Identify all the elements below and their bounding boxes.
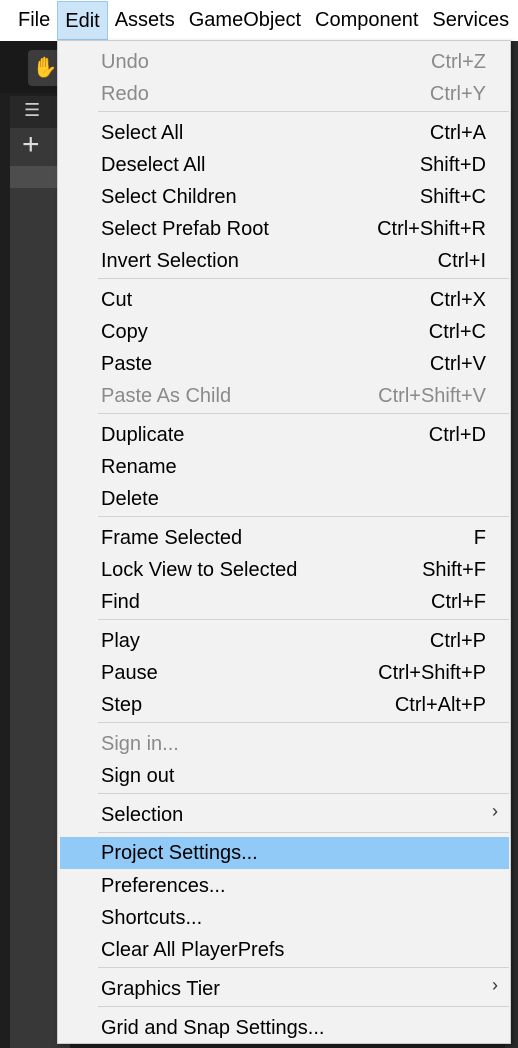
- menu-item-redo[interactable]: Redo Ctrl+Y: [58, 78, 510, 110]
- hierarchy-list-icon: ☰: [24, 100, 41, 120]
- menu-item-delete[interactable]: Delete: [58, 483, 510, 515]
- menu-item-copy[interactable]: Copy Ctrl+C: [58, 316, 510, 348]
- menu-item-grid-snap-settings[interactable]: Grid and Snap Settings...: [58, 1012, 510, 1044]
- menu-item-lock-view[interactable]: Lock View to Selected Shift+F: [58, 554, 510, 586]
- menu-item-paste-as-child[interactable]: Paste As Child Ctrl+Shift+V: [58, 380, 510, 412]
- menu-item-rename[interactable]: Rename: [58, 451, 510, 483]
- menu-separator: [98, 278, 509, 279]
- menu-services[interactable]: Services: [425, 1, 516, 40]
- menu-item-step[interactable]: Step Ctrl+Alt+P: [58, 689, 510, 721]
- add-icon[interactable]: +: [22, 128, 40, 162]
- menu-separator: [98, 793, 509, 794]
- menu-gameobject[interactable]: GameObject: [182, 1, 308, 40]
- menu-item-deselect-all[interactable]: Deselect All Shift+D: [58, 149, 510, 181]
- menu-item-sign-in[interactable]: Sign in...: [58, 728, 510, 760]
- menu-file[interactable]: File: [0, 1, 57, 40]
- menu-separator: [98, 722, 509, 723]
- menu-component[interactable]: Component: [308, 1, 425, 40]
- menu-bar: File Edit Assets GameObject Component Se…: [0, 0, 518, 41]
- menu-separator: [98, 619, 509, 620]
- menu-edit[interactable]: Edit: [57, 1, 108, 40]
- menu-item-cut[interactable]: Cut Ctrl+X: [58, 284, 510, 316]
- menu-item-graphics-tier[interactable]: Graphics Tier ›: [58, 973, 510, 1005]
- menu-item-sign-out[interactable]: Sign out: [58, 760, 510, 792]
- menu-item-play[interactable]: Play Ctrl+P: [58, 625, 510, 657]
- menu-item-duplicate[interactable]: Duplicate Ctrl+D: [58, 419, 510, 451]
- edit-menu-dropdown: Undo Ctrl+Z Redo Ctrl+Y Select All Ctrl+…: [57, 40, 511, 1044]
- menu-item-shortcuts[interactable]: Shortcuts...: [58, 902, 510, 934]
- menu-separator: [98, 413, 509, 414]
- chevron-right-icon: ›: [492, 801, 498, 821]
- menu-item-frame-selected[interactable]: Frame Selected F: [58, 522, 510, 554]
- menu-separator: [98, 516, 509, 517]
- menu-item-find[interactable]: Find Ctrl+F: [58, 586, 510, 618]
- menu-item-select-children[interactable]: Select Children Shift+C: [58, 181, 510, 213]
- menu-item-paste[interactable]: Paste Ctrl+V: [58, 348, 510, 380]
- menu-item-undo[interactable]: Undo Ctrl+Z: [58, 46, 510, 78]
- menu-item-invert-selection[interactable]: Invert Selection Ctrl+I: [58, 245, 510, 277]
- menu-item-selection[interactable]: Selection ›: [58, 799, 510, 831]
- menu-separator: [98, 1006, 509, 1007]
- menu-item-project-settings[interactable]: Project Settings...: [60, 837, 509, 869]
- menu-assets[interactable]: Assets: [108, 1, 182, 40]
- menu-separator: [98, 967, 509, 968]
- menu-item-select-prefab-root[interactable]: Select Prefab Root Ctrl+Shift+R: [58, 213, 510, 245]
- menu-item-pause[interactable]: Pause Ctrl+Shift+P: [58, 657, 510, 689]
- menu-item-clear-playerprefs[interactable]: Clear All PlayerPrefs: [58, 934, 510, 966]
- chevron-right-icon: ›: [492, 975, 498, 995]
- menu-separator: [98, 832, 509, 833]
- menu-item-select-all[interactable]: Select All Ctrl+A: [58, 117, 510, 149]
- menu-item-preferences[interactable]: Preferences...: [58, 870, 510, 902]
- menu-separator: [98, 111, 509, 112]
